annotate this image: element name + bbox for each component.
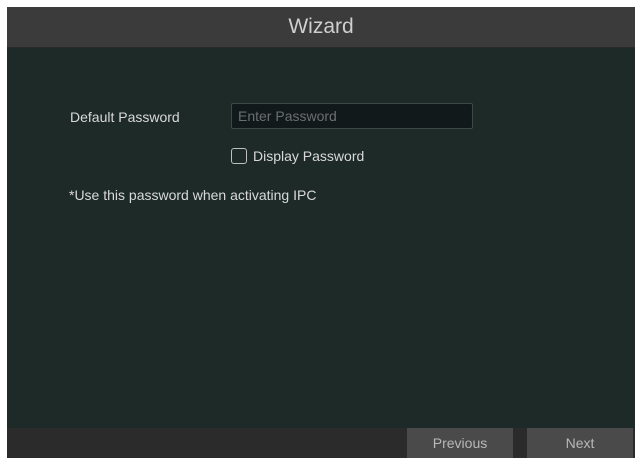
wizard-content: Default Password Display Password *Use t… bbox=[7, 48, 635, 428]
default-password-input[interactable] bbox=[231, 103, 473, 129]
wizard-footer: Previous Next bbox=[7, 428, 635, 458]
password-note: *Use this password when activating IPC bbox=[69, 187, 317, 203]
display-password-checkbox[interactable] bbox=[231, 148, 247, 164]
window-title: Wizard bbox=[7, 7, 635, 48]
display-password-label: Display Password bbox=[253, 148, 365, 164]
default-password-label: Default Password bbox=[70, 109, 180, 125]
next-button[interactable]: Next bbox=[527, 428, 633, 458]
display-password-toggle[interactable]: Display Password bbox=[231, 146, 364, 166]
wizard-window: Wizard Default Password Display Password… bbox=[7, 7, 635, 458]
previous-button[interactable]: Previous bbox=[407, 428, 513, 458]
